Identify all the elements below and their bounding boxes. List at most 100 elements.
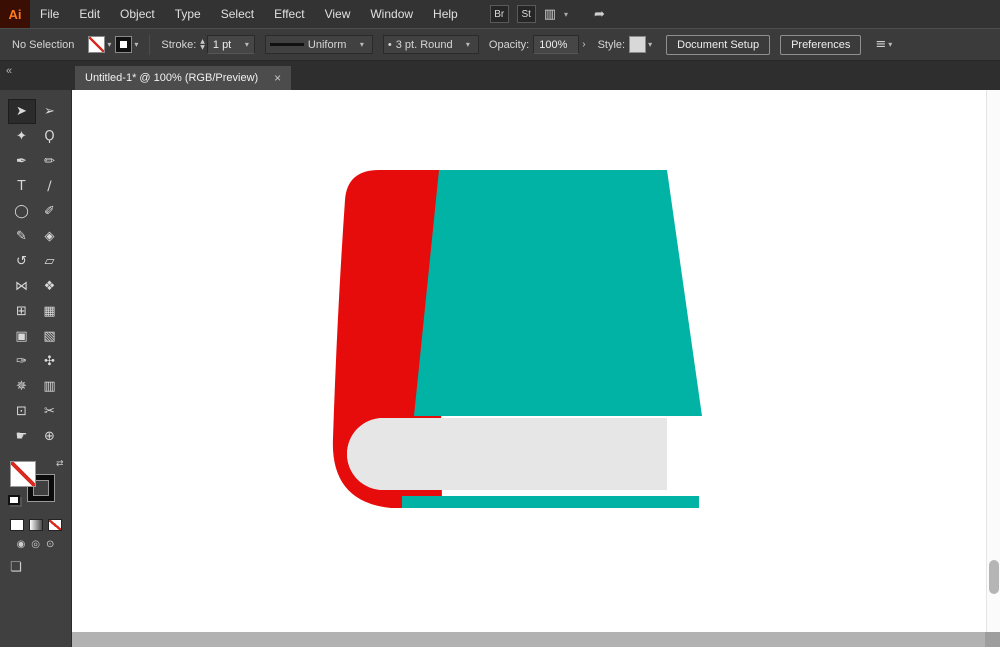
- opacity-label: Opacity:: [488, 38, 530, 51]
- selection-status: No Selection: [12, 38, 75, 51]
- artboard-canvas[interactable]: [72, 90, 1000, 647]
- document-setup-button[interactable]: Document Setup: [666, 34, 771, 55]
- slice-tool[interactable]: ✂: [36, 399, 64, 424]
- image-frame-tool[interactable]: ▣: [8, 324, 36, 349]
- stroke-weight-stepper[interactable]: ▲ ▼: [200, 38, 205, 51]
- workspace-switcher-icon[interactable]: ▥: [544, 7, 556, 22]
- share-icon[interactable]: ➦: [594, 7, 605, 22]
- paintbrush-tool[interactable]: ✐: [36, 199, 64, 224]
- selection-tool[interactable]: ➤: [7, 99, 36, 124]
- fill-color-indicator[interactable]: [9, 461, 36, 487]
- gradient-fill-icon[interactable]: [28, 519, 43, 531]
- shape-builder-tool[interactable]: ❖: [36, 274, 64, 299]
- workspace: ➤ ➢ ✦ Ϙ ✒ ✏ T ∕ ◯ ✐ ✎ ◈ ↺ ▱ ⋈ ❖ ⊞ ▦ ▣ ▧: [0, 90, 1000, 647]
- bridge-icon[interactable]: Br: [489, 5, 509, 23]
- column-graph-tool[interactable]: ▥: [36, 374, 64, 399]
- opacity-field[interactable]: 100%: [533, 35, 580, 54]
- stepper-down-icon[interactable]: ▼: [200, 44, 205, 51]
- document-tab[interactable]: Untitled-1* @ 100% (RGB/Preview) ×: [75, 66, 292, 90]
- book-bottom-board-shape[interactable]: [402, 496, 699, 508]
- fill-chevron-icon[interactable]: ▾: [107, 40, 111, 49]
- magic-wand-tool[interactable]: ✦: [8, 124, 36, 149]
- width-profile-dropdown[interactable]: Uniform ▾: [264, 35, 373, 54]
- line-segment-tool[interactable]: ∕: [36, 174, 64, 199]
- perspective-grid-tool[interactable]: ⊞: [8, 299, 36, 324]
- curvature-tool[interactable]: ✏: [36, 149, 64, 174]
- blend-tool[interactable]: ✣: [36, 349, 64, 374]
- direct-selection-tool[interactable]: ➢: [36, 99, 64, 124]
- screen-mode-icon[interactable]: ❏: [10, 560, 22, 575]
- tab-close-icon[interactable]: ×: [274, 71, 281, 85]
- pencil-tool[interactable]: ✎: [8, 224, 36, 249]
- menu-edit[interactable]: Edit: [69, 0, 110, 28]
- style-swatch[interactable]: [629, 36, 647, 53]
- app-logo: Ai: [0, 0, 30, 28]
- pen-tool[interactable]: ✒: [8, 149, 36, 174]
- book-pages-shape[interactable]: [347, 418, 667, 490]
- symbol-sprayer-tool[interactable]: ✵: [8, 374, 36, 399]
- menubar-right-cluster: Br St ▥ ▾ ➦: [489, 5, 605, 23]
- mesh-tool[interactable]: ▦: [36, 299, 64, 324]
- width-tool[interactable]: ⋈: [8, 274, 36, 299]
- stock-icon[interactable]: St: [516, 5, 536, 23]
- width-profile-preview: [269, 43, 304, 46]
- color-fill-icon[interactable]: [9, 519, 24, 531]
- menu-view[interactable]: View: [315, 0, 361, 28]
- ellipse-tool[interactable]: ◯: [8, 199, 36, 224]
- brush-preview-dot: •: [387, 38, 392, 51]
- stroke-weight-field[interactable]: 1 pt ▾: [206, 35, 255, 54]
- horizontal-scrollbar[interactable]: [72, 632, 1000, 647]
- control-bar: No Selection ▾ ▾ Stroke: ▲ ▼ 1 pt ▾ Unif…: [0, 28, 1000, 61]
- scrollbar-corner: [985, 632, 1000, 647]
- tool-grid: ➤ ➢ ✦ Ϙ ✒ ✏ T ∕ ◯ ✐ ✎ ◈ ↺ ▱ ⋈ ❖ ⊞ ▦ ▣ ▧: [7, 99, 64, 449]
- document-tab-title: Untitled-1* @ 100% (RGB/Preview): [85, 72, 259, 84]
- stroke-color-swatch[interactable]: [115, 36, 133, 53]
- swap-fill-stroke-icon[interactable]: ⇄: [56, 459, 64, 469]
- draw-behind-icon[interactable]: ◎: [31, 539, 40, 550]
- vertical-scrollbar[interactable]: [986, 90, 1000, 632]
- draw-normal-icon[interactable]: ◉: [17, 539, 26, 550]
- menu-object[interactable]: Object: [110, 0, 165, 28]
- brush-definition-dropdown[interactable]: • 3 pt. Round ▾: [382, 35, 479, 54]
- menu-select[interactable]: Select: [211, 0, 264, 28]
- workspace-chevron-icon[interactable]: ▾: [564, 10, 568, 19]
- eraser-tool[interactable]: ◈: [36, 224, 64, 249]
- brush-chevron-icon[interactable]: ▾: [466, 40, 470, 49]
- type-tool[interactable]: T: [8, 174, 36, 199]
- menu-window[interactable]: Window: [360, 0, 423, 28]
- menu-file[interactable]: File: [30, 0, 69, 28]
- collapse-panels-icon[interactable]: «: [6, 65, 12, 77]
- main-menu: File Edit Object Type Select Effect View…: [30, 0, 468, 28]
- default-fill-stroke-icon[interactable]: [7, 495, 20, 505]
- book-cover-shape[interactable]: [414, 170, 702, 416]
- fill-stroke-widget: ⇄: [7, 459, 64, 507]
- free-transform-tool[interactable]: ▱: [36, 249, 64, 274]
- lasso-tool[interactable]: Ϙ: [36, 124, 64, 149]
- eyedropper-tool[interactable]: ✑: [8, 349, 36, 374]
- menu-type[interactable]: Type: [165, 0, 211, 28]
- vertical-scrollbar-thumb[interactable]: [989, 560, 999, 594]
- book-artwork[interactable]: [327, 166, 707, 516]
- gradient-tool[interactable]: ▧: [36, 324, 64, 349]
- width-profile-chevron-icon[interactable]: ▾: [360, 40, 364, 49]
- stroke-weight-chevron-icon[interactable]: ▾: [245, 40, 249, 49]
- rotate-tool[interactable]: ↺: [8, 249, 36, 274]
- color-type-buttons: [9, 519, 62, 531]
- drawing-mode-buttons: ◉ ◎ ⊙: [17, 539, 55, 550]
- opacity-panel-arrow-icon[interactable]: ›: [582, 39, 585, 50]
- draw-inside-icon[interactable]: ⊙: [46, 539, 54, 550]
- align-chevron-icon[interactable]: ▾: [888, 40, 892, 49]
- stroke-chevron-icon[interactable]: ▾: [134, 40, 138, 49]
- fill-color-swatch[interactable]: [88, 36, 106, 53]
- align-options-icon[interactable]: ≡: [875, 37, 886, 52]
- preferences-button[interactable]: Preferences: [780, 34, 862, 55]
- zoom-tool[interactable]: ⊕: [36, 424, 64, 449]
- document-tab-bar: « Untitled-1* @ 100% (RGB/Preview) ×: [0, 61, 1000, 90]
- menu-effect[interactable]: Effect: [264, 0, 314, 28]
- artboard-tool[interactable]: ⊡: [8, 399, 36, 424]
- menu-help[interactable]: Help: [423, 0, 468, 28]
- style-chevron-icon[interactable]: ▾: [648, 40, 652, 49]
- hand-tool[interactable]: ☛: [8, 424, 36, 449]
- none-fill-icon[interactable]: [47, 519, 62, 531]
- illustrator-window: Ai File Edit Object Type Select Effect V…: [0, 0, 1000, 647]
